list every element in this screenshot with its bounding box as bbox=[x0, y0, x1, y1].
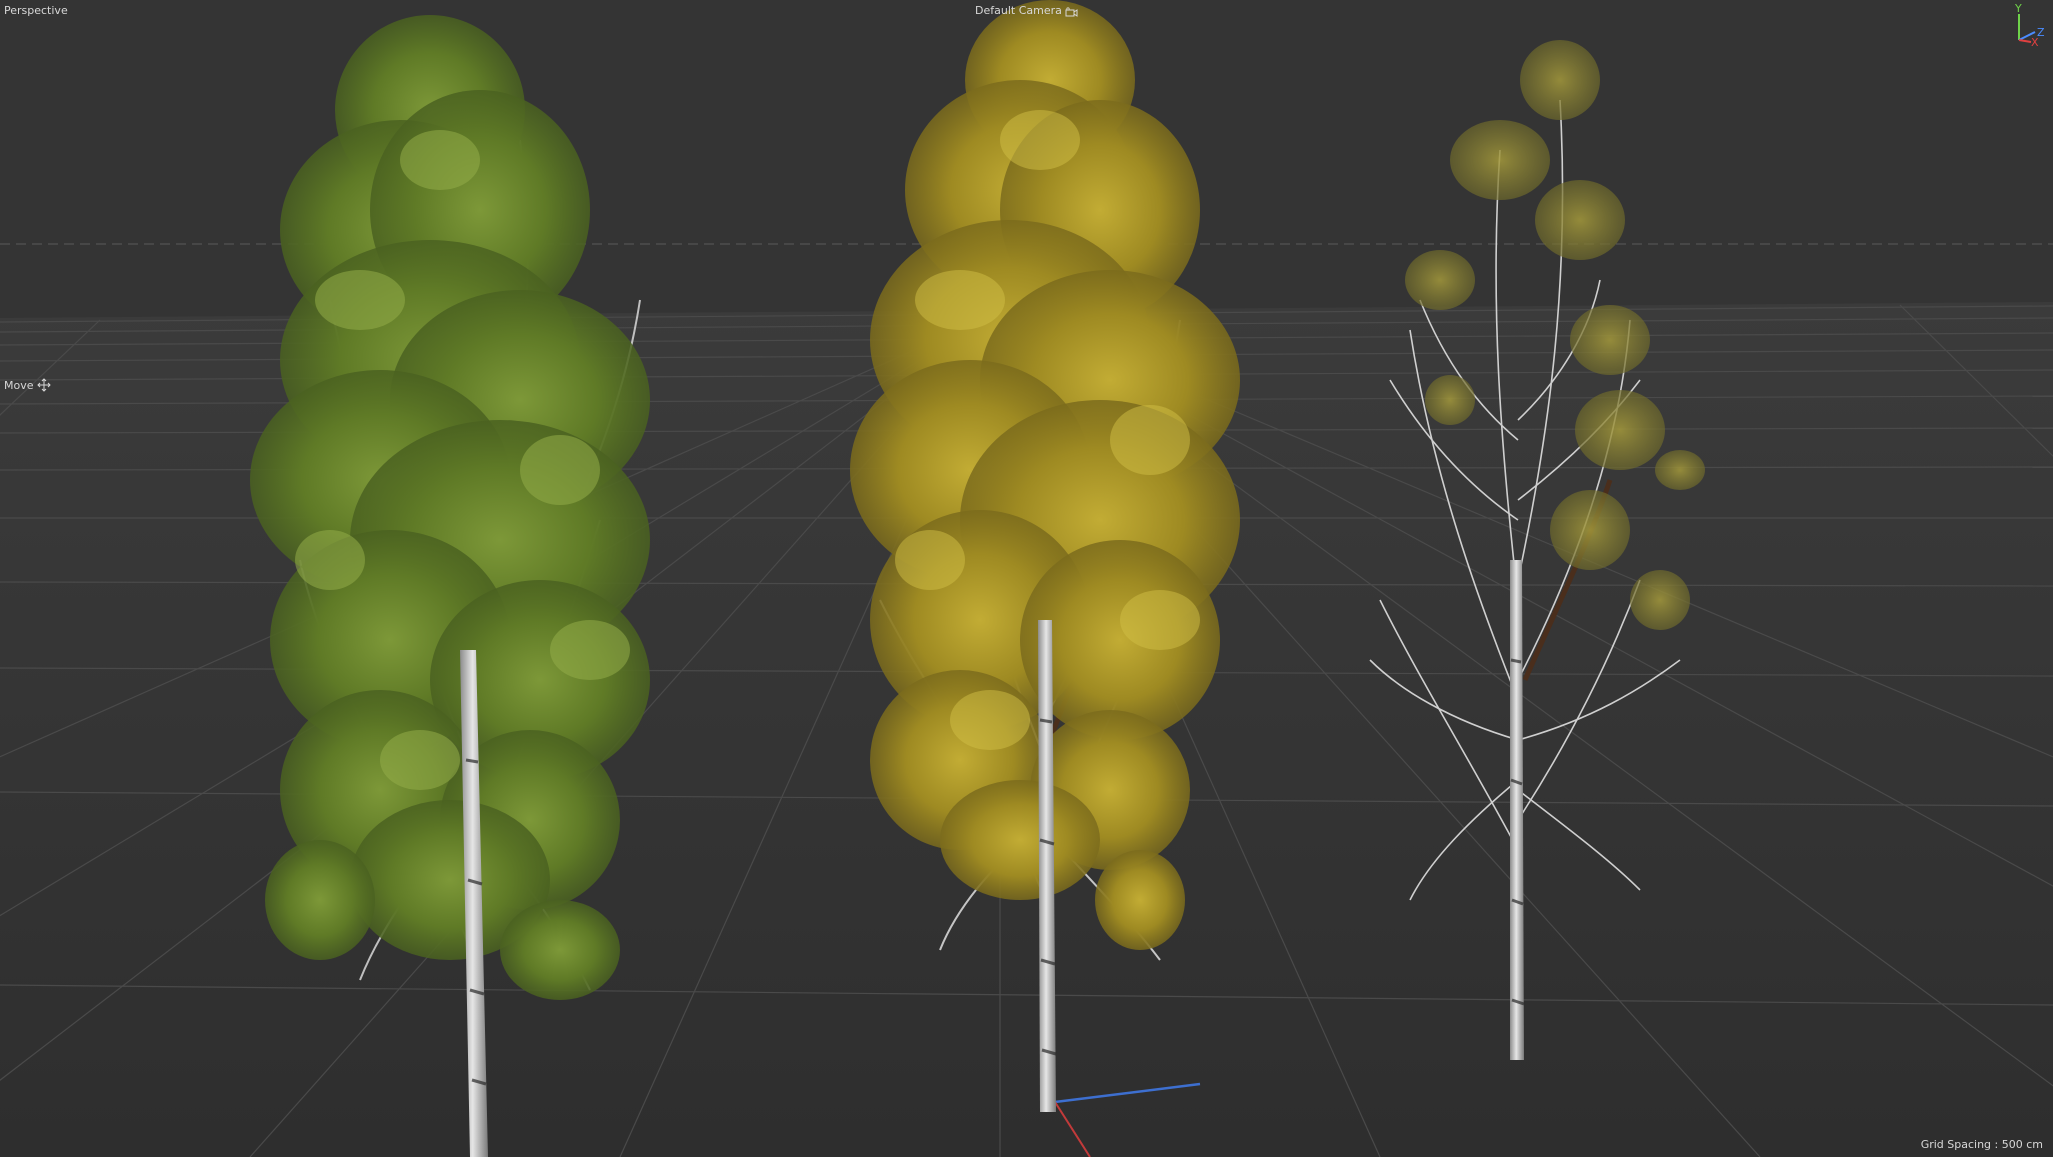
grid-spacing-indicator: Grid Spacing : 500 cm bbox=[1921, 1135, 2043, 1153]
axis-x-label: X bbox=[2031, 36, 2039, 49]
tool-label: Move bbox=[4, 378, 34, 392]
view-name-label[interactable]: Perspective bbox=[4, 4, 68, 17]
camera-label[interactable]: Default Camera bbox=[975, 4, 1062, 17]
3d-viewport[interactable]: Perspective Default Camera Move Y Z X Gr… bbox=[0, 0, 2053, 1157]
viewport-scene[interactable] bbox=[0, 0, 2053, 1157]
camera-selector[interactable]: Default Camera bbox=[975, 4, 1078, 17]
active-tool-indicator: Move bbox=[4, 378, 51, 392]
move-icon bbox=[36, 378, 51, 392]
camera-icon[interactable] bbox=[1065, 5, 1078, 17]
axis-gizmo[interactable]: Y Z X bbox=[2009, 2, 2049, 50]
axis-y-label: Y bbox=[2015, 2, 2022, 15]
grid-spacing-label: Grid Spacing : 500 cm bbox=[1920, 1138, 2043, 1151]
